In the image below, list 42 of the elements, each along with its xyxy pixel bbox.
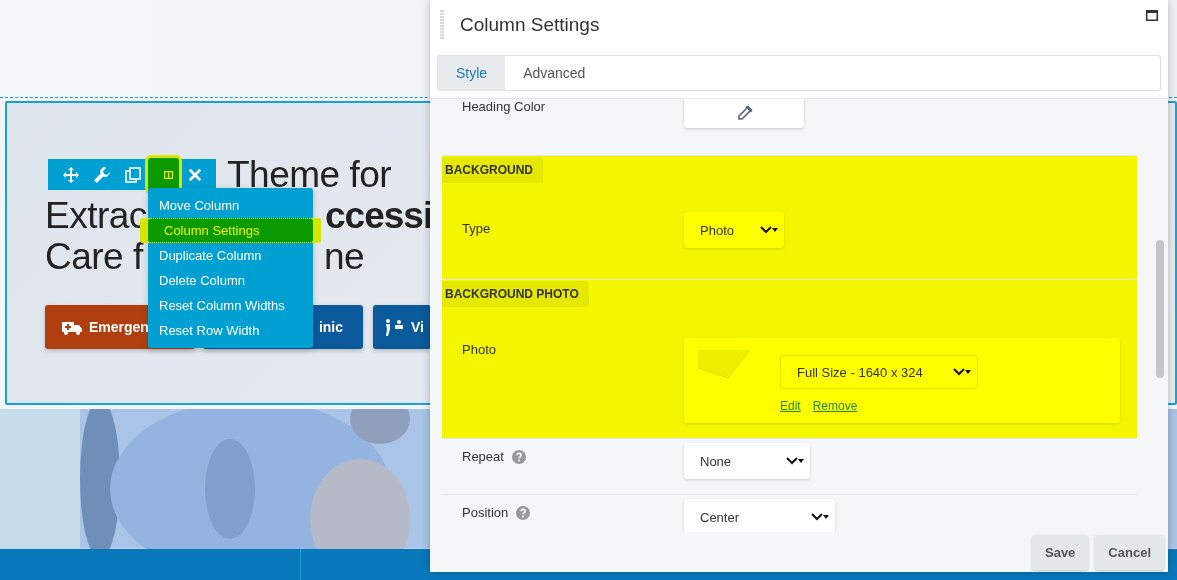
people-icon [383,317,405,336]
field-label: Position [462,505,509,520]
headline-text: Extrac [45,195,147,236]
close-icon [187,167,202,182]
copy-icon [124,166,141,183]
eyedropper-icon [735,104,753,123]
select-field[interactable]: Full Size - 1640 x 324 [780,355,978,389]
headline-text: Theme for [227,154,392,195]
headline-text: Care f [45,236,143,277]
wrench-icon [93,166,110,183]
menu-item[interactable]: Duplicate Column [148,243,313,268]
headline-text: ccessi [325,195,433,236]
dropdown-icon [811,512,829,522]
select-field[interactable]: Center [684,499,835,532]
dropdown-icon [786,456,804,466]
menu-item[interactable]: Delete Column [148,268,313,293]
field-label: Type [462,221,491,236]
select-field[interactable]: Photo [684,212,784,248]
move-icon [62,166,79,183]
photo-link[interactable]: Edit [780,399,801,413]
field-label: Photo [462,342,496,357]
color-picker-button[interactable] [684,99,804,128]
photo-link[interactable]: Remove [812,399,858,413]
scrollbar-thumb[interactable] [1156,240,1164,378]
cancel-button[interactable]: Cancel [1095,534,1164,570]
action-button[interactable]: Vi [373,304,431,349]
select-field[interactable]: None [684,443,810,479]
section-heading: BACKGROUND [442,157,543,183]
save-button[interactable]: Save [1032,534,1089,570]
field-label: Heading Color [462,99,546,114]
dropdown-icon [760,225,778,235]
section-heading: BACKGROUND PHOTO [442,281,589,307]
dropdown-icon [953,367,971,377]
menu-item[interactable]: Move Column [148,193,313,218]
maximize-icon[interactable] [1146,10,1158,21]
tab[interactable]: Style [438,56,506,90]
panel-title: Column Settings [460,14,600,36]
help-icon[interactable] [516,506,531,520]
field-label: Repeat [462,449,504,464]
headline-text: ne [324,236,365,277]
drag-handle-icon[interactable] [440,10,444,40]
help-icon[interactable] [511,450,526,464]
